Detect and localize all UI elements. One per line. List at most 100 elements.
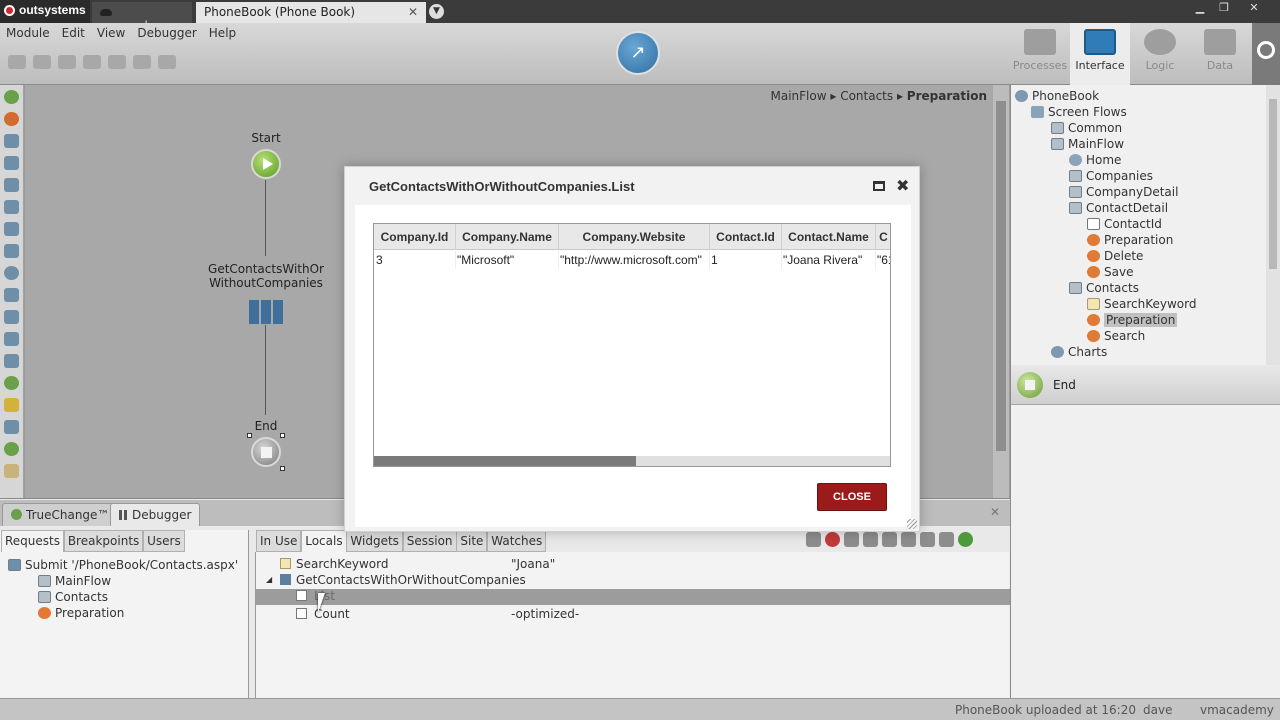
tab-in-use[interactable]: In Use bbox=[256, 530, 302, 552]
tree-item-preparation[interactable]: Preparation bbox=[1087, 233, 1173, 247]
close-button[interactable]: CLOSE bbox=[817, 483, 887, 511]
column-header[interactable]: Company.Name bbox=[456, 224, 559, 250]
list-tool-icon[interactable] bbox=[4, 156, 19, 170]
chevron-down-icon[interactable]: ▼ bbox=[429, 4, 444, 19]
switch-data[interactable]: Data bbox=[1190, 23, 1250, 85]
tree-item-searchkeyword[interactable]: SearchKeyword bbox=[1087, 297, 1196, 311]
exec-tool-icon[interactable] bbox=[4, 288, 19, 302]
close-icon[interactable]: ✖ bbox=[896, 176, 909, 195]
tree-item-home[interactable]: Home bbox=[1069, 153, 1121, 167]
expand-icon[interactable]: ◢ bbox=[266, 575, 272, 584]
table-tool-icon[interactable] bbox=[4, 134, 19, 148]
close-window-icon[interactable]: ✕ bbox=[1242, 1, 1266, 17]
step-over-icon[interactable] bbox=[882, 532, 897, 547]
request-item-preparation[interactable]: Preparation bbox=[38, 606, 124, 620]
forward-icon[interactable] bbox=[33, 55, 51, 69]
close-tab-icon[interactable]: ✕ bbox=[408, 5, 418, 19]
menu-help[interactable]: Help bbox=[203, 26, 242, 40]
column-header[interactable]: Contact.Name bbox=[782, 224, 876, 250]
tree-item-charts[interactable]: Charts bbox=[1051, 345, 1107, 359]
mail-tool-icon[interactable] bbox=[4, 354, 19, 368]
tree-icon[interactable] bbox=[108, 55, 126, 69]
loop-tool-icon[interactable] bbox=[4, 266, 19, 280]
continue-icon[interactable] bbox=[806, 532, 821, 547]
local-row[interactable]: ◢ GetContactsWithOrWithoutCompanies bbox=[256, 573, 1010, 589]
local-row[interactable]: Count -optimized- bbox=[256, 607, 1010, 623]
json-tool-icon[interactable] bbox=[4, 332, 19, 346]
maximize-icon[interactable] bbox=[873, 181, 885, 191]
note-tool-icon[interactable] bbox=[4, 464, 19, 478]
tree-item-search[interactable]: Search bbox=[1087, 329, 1145, 343]
download-tool-icon[interactable] bbox=[4, 310, 19, 324]
tree-item-companies[interactable]: Companies bbox=[1069, 169, 1153, 183]
tree-item-screen-flows[interactable]: Screen Flows bbox=[1031, 105, 1127, 119]
tab-locals[interactable]: Locals bbox=[301, 530, 347, 552]
comment-tool-icon[interactable] bbox=[4, 420, 19, 434]
forward-icon[interactable] bbox=[939, 532, 954, 547]
tree-item-delete[interactable]: Delete bbox=[1087, 249, 1143, 263]
tab-users[interactable]: Users bbox=[143, 530, 185, 552]
arrow-tool-icon[interactable] bbox=[4, 222, 19, 236]
restore-icon[interactable]: ❐ bbox=[1212, 1, 1236, 17]
tree-item-preparation-selected[interactable]: Preparation bbox=[1087, 313, 1178, 327]
gear-icon[interactable] bbox=[58, 55, 76, 69]
menu-edit[interactable]: Edit bbox=[56, 26, 91, 40]
tree-scrollbar[interactable] bbox=[1266, 85, 1280, 365]
selection-handle[interactable] bbox=[280, 466, 285, 471]
local-row[interactable]: SearchKeyword "Joana" bbox=[256, 557, 1010, 573]
canvas-scrollbar[interactable] bbox=[993, 85, 1009, 498]
tree-item-contactid[interactable]: ContactId bbox=[1087, 217, 1162, 231]
back-icon[interactable] bbox=[8, 55, 26, 69]
end-tool-icon[interactable] bbox=[4, 376, 19, 390]
abort-icon[interactable] bbox=[863, 532, 878, 547]
column-header[interactable]: C bbox=[876, 224, 890, 250]
tree-item-contactdetail[interactable]: ContactDetail bbox=[1069, 201, 1168, 215]
redo-icon[interactable] bbox=[158, 55, 176, 69]
scrollbar-thumb[interactable] bbox=[1269, 99, 1277, 269]
destination-tool-icon[interactable] bbox=[4, 442, 19, 456]
step-into-icon[interactable] bbox=[901, 532, 916, 547]
tab-watches[interactable]: Watches bbox=[487, 530, 547, 552]
tab-widgets[interactable]: Widgets bbox=[346, 530, 403, 552]
publish-button[interactable]: ↗ bbox=[616, 31, 660, 75]
local-row-selected[interactable]: List bbox=[256, 589, 1010, 605]
selection-handle[interactable] bbox=[247, 433, 252, 438]
stop-icon[interactable] bbox=[825, 532, 840, 547]
start-tool-icon[interactable] bbox=[4, 90, 19, 104]
scrollbar-thumb[interactable] bbox=[996, 101, 1006, 451]
column-header[interactable]: Company.Id bbox=[374, 224, 456, 250]
breadcrumb-item[interactable]: MainFlow bbox=[770, 89, 826, 103]
tree-item-common[interactable]: Common bbox=[1051, 121, 1122, 135]
assign-tool-icon[interactable] bbox=[4, 244, 19, 258]
undo-icon[interactable] bbox=[133, 55, 151, 69]
menu-debugger[interactable]: Debugger bbox=[131, 26, 202, 40]
close-panel-icon[interactable]: ✕ bbox=[990, 505, 1000, 519]
tab-session[interactable]: Session bbox=[402, 530, 457, 552]
breadcrumb-item[interactable]: Contacts bbox=[840, 89, 893, 103]
tree-root-phonebook[interactable]: PhoneBook bbox=[1015, 89, 1099, 103]
grid-scrollbar[interactable] bbox=[374, 456, 890, 466]
switch-logic[interactable]: Logic bbox=[1130, 23, 1190, 85]
resize-grip[interactable] bbox=[907, 519, 917, 529]
column-header[interactable]: Company.Website bbox=[559, 224, 710, 250]
menu-module[interactable]: Module bbox=[0, 26, 56, 40]
tree-item-mainflow[interactable]: MainFlow bbox=[1051, 137, 1124, 151]
breakpoint-icon[interactable] bbox=[844, 532, 859, 547]
tab-breakpoints[interactable]: Breakpoints bbox=[63, 530, 144, 552]
start-node[interactable] bbox=[251, 149, 281, 179]
tree-item-save[interactable]: Save bbox=[1087, 265, 1133, 279]
end-node[interactable] bbox=[251, 437, 281, 467]
aggregate-node[interactable] bbox=[249, 300, 283, 324]
tab-debugger[interactable]: Debugger bbox=[110, 503, 201, 526]
tab-requests[interactable]: Requests bbox=[1, 530, 64, 552]
run-tool-icon[interactable] bbox=[4, 112, 19, 126]
tree-item-companydetail[interactable]: CompanyDetail bbox=[1069, 185, 1178, 199]
request-item-contacts[interactable]: Contacts bbox=[38, 590, 108, 604]
step-out-icon[interactable] bbox=[920, 532, 935, 547]
selection-handle[interactable] bbox=[280, 433, 285, 438]
hierarchy-icon[interactable] bbox=[83, 55, 101, 69]
switch-processes[interactable]: Processes bbox=[1010, 23, 1070, 85]
minimize-icon[interactable]: ▁ bbox=[1188, 1, 1212, 17]
scrollbar-thumb[interactable] bbox=[374, 456, 636, 466]
tab-truechange[interactable]: TrueChange™ bbox=[2, 503, 119, 526]
